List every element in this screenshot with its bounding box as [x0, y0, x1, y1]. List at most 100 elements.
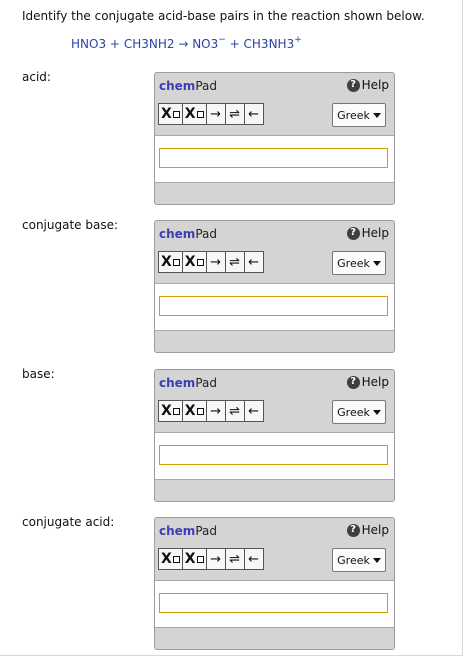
reaction-arrow: → [178, 37, 189, 51]
reactant-ch3nh2: CH3NH2 [123, 37, 175, 51]
equilibrium-arrow-button[interactable]: ⇌ [224, 103, 245, 125]
chevron-down-icon [372, 260, 381, 266]
field-label-conjugate-base: conjugate base: [22, 218, 119, 232]
chempad-input-area [155, 432, 394, 480]
chempad-toolbar: X X → ⇌ ← [158, 400, 264, 422]
chempad-input-area [155, 135, 394, 183]
greek-label: Greek [337, 553, 370, 567]
answer-input[interactable] [159, 148, 388, 168]
answer-input[interactable] [159, 593, 388, 613]
subscript-button[interactable]: X [158, 400, 183, 422]
chempad-logo-chem: chem [159, 79, 196, 93]
field-label-acid: acid: [22, 70, 51, 84]
answer-input[interactable] [159, 296, 388, 316]
question-circle-icon: ? [346, 523, 360, 537]
subscript-button[interactable]: X [158, 103, 183, 125]
arrow-right-button[interactable]: → [205, 400, 226, 422]
chempad-logo-pad: Pad [195, 376, 217, 390]
chempad-input-area [155, 580, 394, 628]
help-button[interactable]: ? Help [346, 523, 389, 537]
question-circle-icon: ? [346, 78, 360, 92]
superscript-button[interactable]: X [181, 251, 207, 273]
chempad-logo: chemPad [159, 79, 217, 93]
greek-label: Greek [337, 405, 370, 419]
arrow-left-button[interactable]: ← [243, 251, 264, 273]
superscript-button[interactable]: X [181, 400, 207, 422]
chempad-toolbar: X X → ⇌ ← [158, 548, 264, 570]
chempad-toolbar: X X → ⇌ ← [158, 103, 264, 125]
chevron-down-icon [372, 557, 381, 563]
chempad-conjugate-base: chemPad ? Help X X → ⇌ ← Greek [154, 220, 395, 353]
chevron-down-icon [372, 409, 381, 415]
arrow-right-button[interactable]: → [205, 251, 226, 273]
arrow-left-button[interactable]: ← [243, 400, 264, 422]
greek-dropdown[interactable]: Greek [332, 548, 386, 572]
help-label: Help [361, 226, 389, 240]
superscript-button[interactable]: X [181, 548, 207, 570]
greek-label: Greek [337, 108, 370, 122]
greek-dropdown[interactable]: Greek [332, 103, 386, 127]
chempad-logo-pad: Pad [195, 79, 217, 93]
chempad-logo: chemPad [159, 227, 217, 241]
greek-dropdown[interactable]: Greek [332, 251, 386, 275]
product-ch3nh3: CH3NH3 [243, 37, 295, 51]
reaction-equation: HNO3 + CH3NH2 → NO3− + CH3NH3+ [71, 35, 302, 51]
chempad-logo-chem: chem [159, 376, 196, 390]
product-no3: NO3 [192, 37, 219, 51]
subscript-label: X [161, 106, 172, 122]
chempad-logo-pad: Pad [195, 524, 217, 538]
answer-input[interactable] [159, 445, 388, 465]
chempad-logo-pad: Pad [195, 227, 217, 241]
chempad-base: chemPad ? Help X X → ⇌ ← Greek [154, 369, 395, 502]
greek-label: Greek [337, 256, 370, 270]
arrow-left-button[interactable]: ← [243, 103, 264, 125]
arrow-right-button[interactable]: → [205, 548, 226, 570]
subscript-box-icon [172, 258, 180, 266]
question-circle-icon: ? [346, 226, 360, 240]
subscript-label: X [161, 254, 172, 270]
question-circle-icon: ? [346, 375, 360, 389]
superscript-box-icon [196, 555, 204, 563]
question-text: Identify the conjugate acid-base pairs i… [22, 9, 425, 23]
superscript-label: X [184, 254, 196, 270]
superscript-label: X [184, 106, 196, 122]
superscript-box-icon [196, 258, 204, 266]
equilibrium-arrow-button[interactable]: ⇌ [224, 548, 245, 570]
equilibrium-arrow-button[interactable]: ⇌ [224, 400, 245, 422]
chevron-down-icon [372, 112, 381, 118]
greek-dropdown[interactable]: Greek [332, 400, 386, 424]
chempad-logo-chem: chem [159, 227, 196, 241]
subscript-label: X [161, 403, 172, 419]
help-button[interactable]: ? Help [346, 226, 389, 240]
reactant-hno3: HNO3 [71, 37, 107, 51]
subscript-box-icon [172, 110, 180, 118]
arrow-right-button[interactable]: → [205, 103, 226, 125]
help-button[interactable]: ? Help [346, 375, 389, 389]
chempad-logo: chemPad [159, 524, 217, 538]
superscript-label: X [184, 551, 196, 567]
help-label: Help [361, 78, 389, 92]
subscript-button[interactable]: X [158, 548, 183, 570]
help-label: Help [361, 523, 389, 537]
chempad-toolbar: X X → ⇌ ← [158, 251, 264, 273]
field-label-base: base: [22, 367, 55, 381]
chempad-acid: chemPad ? Help X X → ⇌ ← Greek [154, 72, 395, 205]
equilibrium-arrow-button[interactable]: ⇌ [224, 251, 245, 273]
subscript-box-icon [172, 555, 180, 563]
superscript-box-icon [196, 407, 204, 415]
subscript-label: X [161, 551, 172, 567]
plus-sign: + [229, 37, 240, 51]
superscript-button[interactable]: X [181, 103, 207, 125]
chempad-input-area [155, 283, 394, 331]
help-button[interactable]: ? Help [346, 78, 389, 92]
superscript-box-icon [196, 110, 204, 118]
subscript-box-icon [172, 407, 180, 415]
product-no3-charge: − [218, 35, 226, 45]
chempad-logo: chemPad [159, 376, 217, 390]
field-label-conjugate-acid: conjugate acid: [22, 515, 115, 529]
chempad-logo-chem: chem [159, 524, 196, 538]
arrow-left-button[interactable]: ← [243, 548, 264, 570]
help-label: Help [361, 375, 389, 389]
subscript-button[interactable]: X [158, 251, 183, 273]
superscript-label: X [184, 403, 196, 419]
